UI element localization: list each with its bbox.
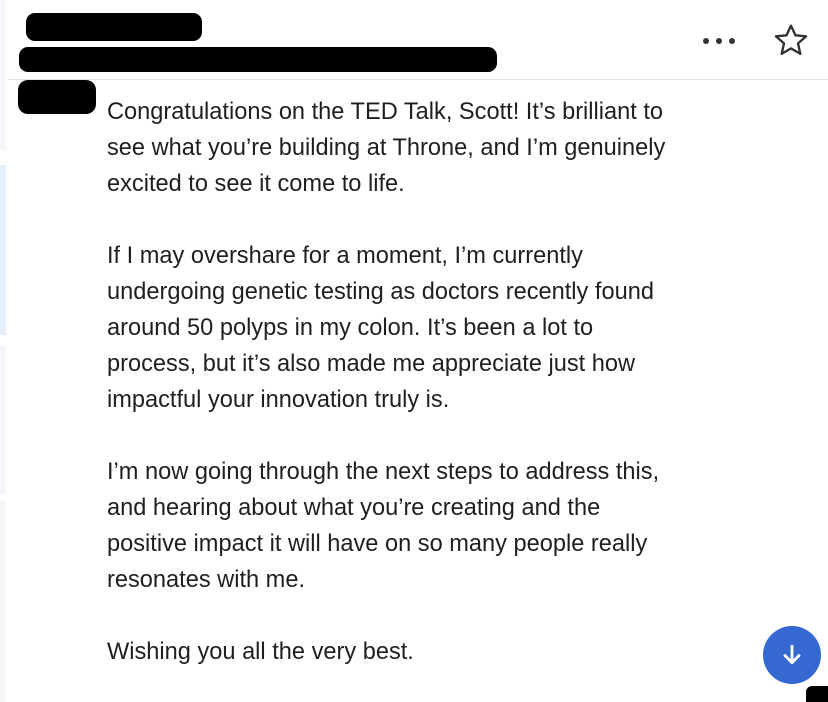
- message-paragraph-2: If I may overshare for a moment, I’m cur…: [107, 243, 654, 413]
- redacted-sender-name: [26, 13, 202, 41]
- header-divider: [8, 79, 828, 80]
- star-icon[interactable]: [771, 21, 811, 61]
- redacted-sender-headline: [19, 47, 497, 72]
- message-paragraph-3: I’m now going through the next steps to …: [107, 459, 660, 593]
- redacted-corner: [806, 686, 828, 702]
- arrow-down-icon: [783, 644, 801, 664]
- message-body: Congratulations on the TED Talk, Scott! …: [107, 94, 757, 670]
- left-panel-edge: [0, 0, 6, 702]
- scroll-to-bottom-button[interactable]: [763, 626, 821, 684]
- message-paragraph-1: Congratulations on the TED Talk, Scott! …: [107, 99, 666, 197]
- message-paragraph-4: Wishing you all the very best.: [107, 639, 414, 665]
- redacted-avatar: [18, 80, 96, 114]
- more-options-icon[interactable]: [700, 35, 740, 47]
